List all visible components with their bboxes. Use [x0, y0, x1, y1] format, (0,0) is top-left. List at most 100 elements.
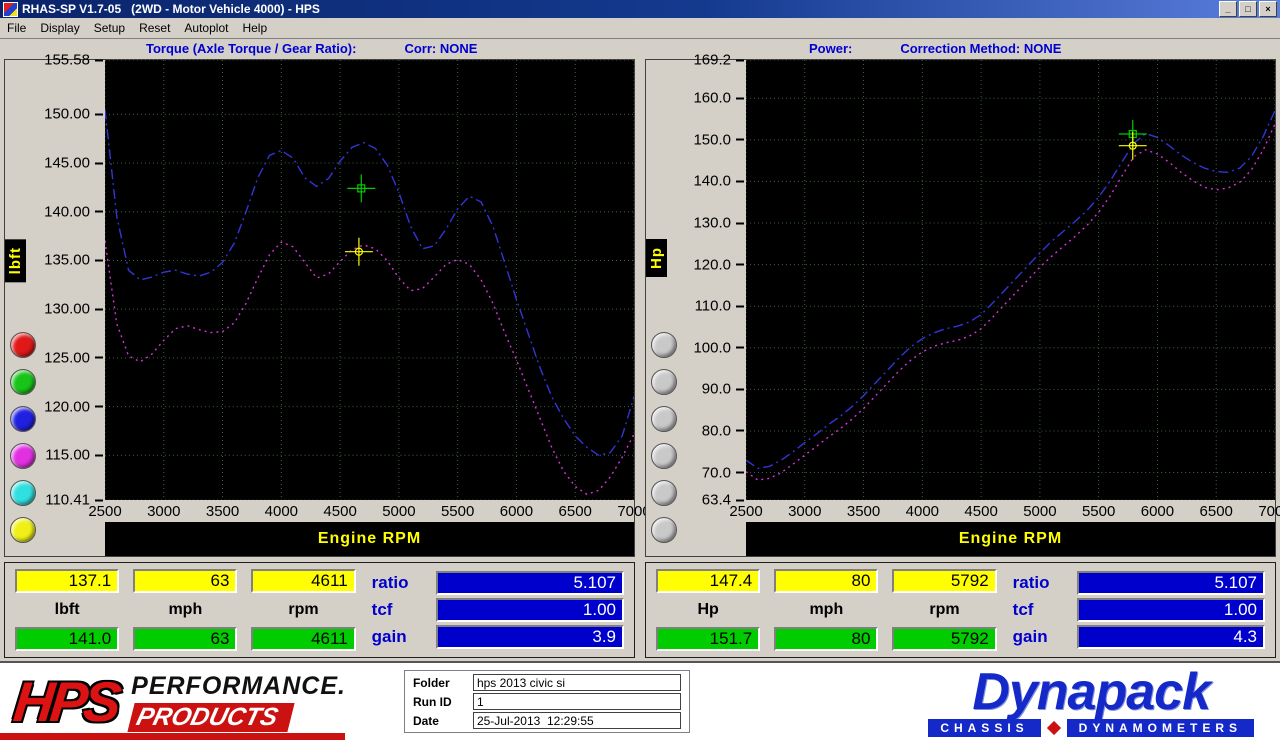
torque-y-axis: 155.58150.00145.00140.00135.00130.00125.…: [5, 60, 105, 556]
speed-unit-label: mph: [774, 598, 878, 622]
x-tick-label: 5500: [441, 503, 474, 520]
cursor-marker-circle[interactable]: [345, 238, 373, 266]
cursor-a-rpm-value: 4611: [251, 569, 355, 593]
torque-correction-status: Corr: NONE: [404, 41, 477, 56]
x-tick-label: 6500: [559, 503, 592, 520]
power-plot-cell: [746, 60, 1275, 500]
y-tick-label: 169.2: [693, 52, 744, 69]
cursor-a-power-value: 147.4: [656, 569, 760, 593]
cursor-a-torque-value: 137.1: [15, 569, 119, 593]
trace-select-button-3[interactable]: [10, 443, 36, 469]
cursor-marker-circle[interactable]: [1119, 132, 1147, 160]
speed-unit-label: mph: [133, 598, 237, 622]
y-tick-label: 125.00: [44, 349, 103, 366]
power-plot-area[interactable]: [746, 60, 1275, 500]
trace-select-button-5[interactable]: [651, 517, 677, 543]
title-bar[interactable]: RHAS-SP V1.7-05 (2WD - Motor Vehicle 400…: [0, 0, 1280, 18]
hps-tagline: PERFORMANCE. PRODUCTS: [131, 672, 346, 732]
torque-x-axis-band: Engine RPM: [105, 522, 634, 556]
torque-unit-label: lbft: [15, 598, 119, 622]
x-tick-label: 6500: [1200, 503, 1233, 520]
dynapack-chassis-text: CHASSIS: [928, 719, 1040, 737]
y-tick-label: 100.0: [693, 339, 744, 356]
y-tick-label: 150.0: [693, 131, 744, 148]
tcf-value: 1.00: [1077, 598, 1265, 622]
menu-autoplot[interactable]: Autoplot: [177, 19, 235, 37]
torque-readout-grid: 137.1 63 4611 lbft mph rpm 141.0 63 4611: [15, 569, 356, 651]
power-calc-column: ratio 5.107 tcf 1.00 gain 4.3: [1013, 569, 1265, 651]
y-tick-label: 155.58: [44, 52, 103, 69]
trace-select-button-4[interactable]: [10, 480, 36, 506]
dynapack-dynamometers-text: DYNAMOMETERS: [1067, 719, 1254, 737]
y-tick-label: 150.00: [44, 106, 103, 123]
rpm-unit-label: rpm: [892, 598, 996, 622]
close-button[interactable]: ×: [1259, 1, 1277, 17]
chart-headers: Torque (Axle Torque / Gear Ratio): Corr:…: [0, 39, 1280, 57]
date-label: Date: [413, 714, 465, 728]
footer: HPS PERFORMANCE. PRODUCTS Folder Run ID …: [0, 661, 1280, 740]
y-tick-label: 120.0: [693, 256, 744, 273]
trace-select-button-4[interactable]: [651, 480, 677, 506]
tcf-label: tcf: [372, 600, 424, 620]
trace-select-button-2[interactable]: [10, 406, 36, 432]
x-tick-label: 4500: [323, 503, 356, 520]
cursor-a-speed-value: 80: [774, 569, 878, 593]
y-tick-label: 160.0: [693, 90, 744, 107]
minimize-button[interactable]: _: [1219, 1, 1237, 17]
y-tick-label: 115.00: [45, 447, 103, 464]
dynapack-logo: Dynapack CHASSIS DYNAMOMETERS: [928, 667, 1254, 737]
cursor-a-speed-value: 63: [133, 569, 237, 593]
menu-bar: FileDisplaySetupResetAutoplotHelp: [0, 18, 1280, 39]
y-tick-label: 110.0: [695, 298, 744, 315]
menu-reset[interactable]: Reset: [132, 19, 177, 37]
date-field[interactable]: [473, 712, 681, 729]
x-tick-label: 3500: [206, 503, 239, 520]
folder-label: Folder: [413, 676, 465, 690]
power-x-axis-band: Engine RPM: [746, 522, 1275, 556]
dynapack-wordmark: Dynapack: [928, 667, 1254, 717]
maximize-button[interactable]: □: [1239, 1, 1257, 17]
trace-select-button-0[interactable]: [651, 332, 677, 358]
y-tick-label: 70.0: [702, 464, 744, 481]
trace-select-button-1[interactable]: [651, 369, 677, 395]
x-tick-label: 7000: [1258, 503, 1280, 520]
trace-select-button-5[interactable]: [10, 517, 36, 543]
hps-performance-text: PERFORMANCE.: [131, 672, 346, 701]
menu-help[interactable]: Help: [235, 19, 274, 37]
menu-file[interactable]: File: [0, 19, 33, 37]
y-tick-label: 130.0: [693, 215, 744, 232]
run-id-field[interactable]: [473, 693, 681, 710]
run-info-form: Folder Run ID Date: [404, 670, 690, 733]
y-tick-label: 90.0: [702, 381, 744, 398]
menu-display[interactable]: Display: [33, 19, 86, 37]
trace-select-button-3[interactable]: [651, 443, 677, 469]
cursor-b-torque-value: 141.0: [15, 627, 119, 651]
menu-setup[interactable]: Setup: [87, 19, 132, 37]
power-trace-buttons: [651, 332, 677, 543]
cursor-b-speed-value: 63: [133, 627, 237, 651]
x-tick-label: 4000: [265, 503, 298, 520]
y-tick-label: 145.00: [44, 155, 103, 172]
tcf-value: 1.00: [436, 598, 624, 622]
run-id-label: Run ID: [413, 695, 465, 709]
power-x-axis-title: Engine RPM: [959, 530, 1062, 548]
app-window: RHAS-SP V1.7-05 (2WD - Motor Vehicle 400…: [0, 0, 1280, 740]
trace-select-button-1[interactable]: [10, 369, 36, 395]
torque-trace-buttons: [10, 332, 36, 543]
hps-wordmark: HPS: [11, 676, 120, 728]
x-tick-label: 6000: [500, 503, 533, 520]
x-tick-label: 3000: [788, 503, 821, 520]
x-tick-label: 2500: [729, 503, 762, 520]
y-tick-label: 140.0: [693, 173, 744, 190]
window-title: RHAS-SP V1.7-05 (2WD - Motor Vehicle 400…: [22, 2, 320, 16]
ratio-label: ratio: [1013, 573, 1065, 593]
hps-logo: HPS PERFORMANCE. PRODUCTS: [14, 672, 346, 732]
folder-field[interactable]: [473, 674, 681, 691]
torque-plot-area[interactable]: [105, 60, 634, 500]
torque-x-axis-title: Engine RPM: [318, 530, 421, 548]
dynapack-red-accent-icon: [1047, 720, 1061, 734]
cursor-marker-square[interactable]: [347, 174, 375, 202]
trace-select-button-0[interactable]: [10, 332, 36, 358]
x-tick-label: 5000: [1023, 503, 1056, 520]
trace-select-button-2[interactable]: [651, 406, 677, 432]
